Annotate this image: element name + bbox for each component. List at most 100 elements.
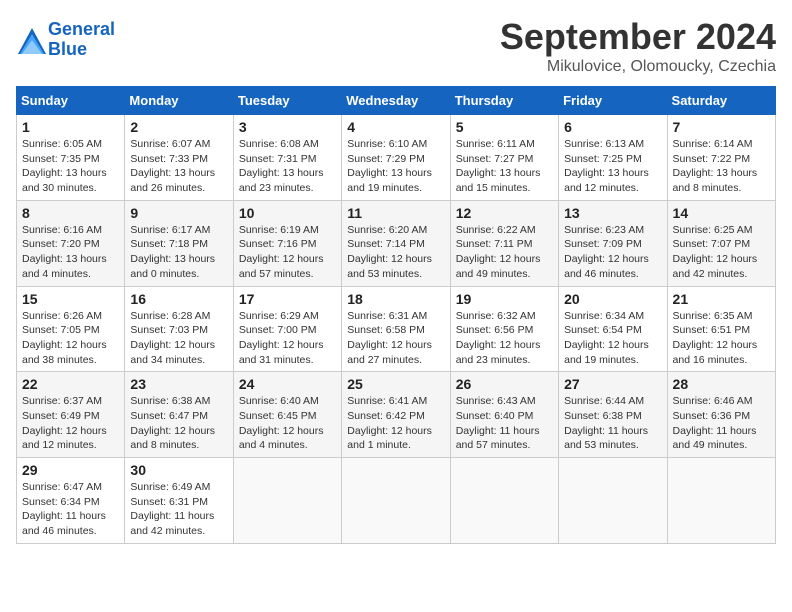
day-number: 21 [673, 291, 770, 307]
day-cell-25: 25 Sunrise: 6:41 AM Sunset: 6:42 PM Dayl… [342, 372, 450, 458]
day-cell-2: 2 Sunrise: 6:07 AM Sunset: 7:33 PM Dayli… [125, 115, 233, 201]
day-info: Sunrise: 6:43 AM Sunset: 6:40 PM Dayligh… [456, 394, 553, 453]
day-cell-4: 4 Sunrise: 6:10 AM Sunset: 7:29 PM Dayli… [342, 115, 450, 201]
day-info: Sunrise: 6:08 AM Sunset: 7:31 PM Dayligh… [239, 137, 336, 196]
day-info: Sunrise: 6:20 AM Sunset: 7:14 PM Dayligh… [347, 223, 444, 282]
day-number: 9 [130, 205, 227, 221]
day-cell-29: 29 Sunrise: 6:47 AM Sunset: 6:34 PM Dayl… [17, 458, 125, 544]
empty-cell [342, 458, 450, 544]
day-info: Sunrise: 6:25 AM Sunset: 7:07 PM Dayligh… [673, 223, 770, 282]
day-cell-20: 20 Sunrise: 6:34 AM Sunset: 6:54 PM Dayl… [559, 286, 667, 372]
day-number: 13 [564, 205, 661, 221]
day-info: Sunrise: 6:46 AM Sunset: 6:36 PM Dayligh… [673, 394, 770, 453]
day-cell-7: 7 Sunrise: 6:14 AM Sunset: 7:22 PM Dayli… [667, 115, 775, 201]
day-info: Sunrise: 6:31 AM Sunset: 6:58 PM Dayligh… [347, 309, 444, 368]
weekday-header-row: Sunday Monday Tuesday Wednesday Thursday… [17, 87, 776, 115]
header-thursday: Thursday [450, 87, 558, 115]
day-number: 26 [456, 376, 553, 392]
day-number: 18 [347, 291, 444, 307]
week-row-1: 1 Sunrise: 6:05 AM Sunset: 7:35 PM Dayli… [17, 115, 776, 201]
day-cell-16: 16 Sunrise: 6:28 AM Sunset: 7:03 PM Dayl… [125, 286, 233, 372]
day-number: 10 [239, 205, 336, 221]
day-cell-1: 1 Sunrise: 6:05 AM Sunset: 7:35 PM Dayli… [17, 115, 125, 201]
day-cell-17: 17 Sunrise: 6:29 AM Sunset: 7:00 PM Dayl… [233, 286, 341, 372]
day-cell-10: 10 Sunrise: 6:19 AM Sunset: 7:16 PM Dayl… [233, 200, 341, 286]
title-block: September 2024 Mikulovice, Olomoucky, Cz… [500, 16, 776, 76]
week-row-2: 8 Sunrise: 6:16 AM Sunset: 7:20 PM Dayli… [17, 200, 776, 286]
day-cell-11: 11 Sunrise: 6:20 AM Sunset: 7:14 PM Dayl… [342, 200, 450, 286]
day-number: 27 [564, 376, 661, 392]
day-cell-22: 22 Sunrise: 6:37 AM Sunset: 6:49 PM Dayl… [17, 372, 125, 458]
day-number: 6 [564, 119, 661, 135]
week-row-4: 22 Sunrise: 6:37 AM Sunset: 6:49 PM Dayl… [17, 372, 776, 458]
day-number: 25 [347, 376, 444, 392]
day-info: Sunrise: 6:28 AM Sunset: 7:03 PM Dayligh… [130, 309, 227, 368]
day-number: 14 [673, 205, 770, 221]
day-info: Sunrise: 6:14 AM Sunset: 7:22 PM Dayligh… [673, 137, 770, 196]
day-cell-15: 15 Sunrise: 6:26 AM Sunset: 7:05 PM Dayl… [17, 286, 125, 372]
day-cell-26: 26 Sunrise: 6:43 AM Sunset: 6:40 PM Dayl… [450, 372, 558, 458]
day-info: Sunrise: 6:41 AM Sunset: 6:42 PM Dayligh… [347, 394, 444, 453]
day-info: Sunrise: 6:17 AM Sunset: 7:18 PM Dayligh… [130, 223, 227, 282]
day-info: Sunrise: 6:23 AM Sunset: 7:09 PM Dayligh… [564, 223, 661, 282]
header-saturday: Saturday [667, 87, 775, 115]
day-number: 22 [22, 376, 119, 392]
empty-cell [667, 458, 775, 544]
day-number: 19 [456, 291, 553, 307]
day-number: 12 [456, 205, 553, 221]
day-info: Sunrise: 6:26 AM Sunset: 7:05 PM Dayligh… [22, 309, 119, 368]
day-number: 29 [22, 462, 119, 478]
logo-text: General Blue [48, 20, 115, 60]
day-number: 15 [22, 291, 119, 307]
week-row-5: 29 Sunrise: 6:47 AM Sunset: 6:34 PM Dayl… [17, 458, 776, 544]
day-info: Sunrise: 6:38 AM Sunset: 6:47 PM Dayligh… [130, 394, 227, 453]
week-row-3: 15 Sunrise: 6:26 AM Sunset: 7:05 PM Dayl… [17, 286, 776, 372]
day-number: 8 [22, 205, 119, 221]
day-cell-27: 27 Sunrise: 6:44 AM Sunset: 6:38 PM Dayl… [559, 372, 667, 458]
day-info: Sunrise: 6:40 AM Sunset: 6:45 PM Dayligh… [239, 394, 336, 453]
logo-icon [16, 26, 44, 54]
day-info: Sunrise: 6:44 AM Sunset: 6:38 PM Dayligh… [564, 394, 661, 453]
calendar-table: Sunday Monday Tuesday Wednesday Thursday… [16, 86, 776, 544]
day-cell-9: 9 Sunrise: 6:17 AM Sunset: 7:18 PM Dayli… [125, 200, 233, 286]
day-cell-21: 21 Sunrise: 6:35 AM Sunset: 6:51 PM Dayl… [667, 286, 775, 372]
day-cell-3: 3 Sunrise: 6:08 AM Sunset: 7:31 PM Dayli… [233, 115, 341, 201]
day-cell-19: 19 Sunrise: 6:32 AM Sunset: 6:56 PM Dayl… [450, 286, 558, 372]
day-cell-23: 23 Sunrise: 6:38 AM Sunset: 6:47 PM Dayl… [125, 372, 233, 458]
day-number: 1 [22, 119, 119, 135]
day-info: Sunrise: 6:07 AM Sunset: 7:33 PM Dayligh… [130, 137, 227, 196]
day-info: Sunrise: 6:13 AM Sunset: 7:25 PM Dayligh… [564, 137, 661, 196]
logo: General Blue [16, 20, 115, 60]
header-tuesday: Tuesday [233, 87, 341, 115]
day-info: Sunrise: 6:35 AM Sunset: 6:51 PM Dayligh… [673, 309, 770, 368]
day-info: Sunrise: 6:47 AM Sunset: 6:34 PM Dayligh… [22, 480, 119, 539]
day-cell-24: 24 Sunrise: 6:40 AM Sunset: 6:45 PM Dayl… [233, 372, 341, 458]
day-info: Sunrise: 6:22 AM Sunset: 7:11 PM Dayligh… [456, 223, 553, 282]
day-number: 2 [130, 119, 227, 135]
day-cell-13: 13 Sunrise: 6:23 AM Sunset: 7:09 PM Dayl… [559, 200, 667, 286]
day-number: 7 [673, 119, 770, 135]
day-number: 4 [347, 119, 444, 135]
day-cell-5: 5 Sunrise: 6:11 AM Sunset: 7:27 PM Dayli… [450, 115, 558, 201]
day-cell-6: 6 Sunrise: 6:13 AM Sunset: 7:25 PM Dayli… [559, 115, 667, 201]
header-sunday: Sunday [17, 87, 125, 115]
page-header: General Blue September 2024 Mikulovice, … [16, 16, 776, 76]
day-cell-18: 18 Sunrise: 6:31 AM Sunset: 6:58 PM Dayl… [342, 286, 450, 372]
day-number: 28 [673, 376, 770, 392]
header-wednesday: Wednesday [342, 87, 450, 115]
day-number: 30 [130, 462, 227, 478]
day-cell-12: 12 Sunrise: 6:22 AM Sunset: 7:11 PM Dayl… [450, 200, 558, 286]
day-cell-8: 8 Sunrise: 6:16 AM Sunset: 7:20 PM Dayli… [17, 200, 125, 286]
day-info: Sunrise: 6:05 AM Sunset: 7:35 PM Dayligh… [22, 137, 119, 196]
day-cell-28: 28 Sunrise: 6:46 AM Sunset: 6:36 PM Dayl… [667, 372, 775, 458]
location: Mikulovice, Olomoucky, Czechia [500, 58, 776, 76]
day-number: 24 [239, 376, 336, 392]
day-info: Sunrise: 6:16 AM Sunset: 7:20 PM Dayligh… [22, 223, 119, 282]
day-number: 23 [130, 376, 227, 392]
empty-cell [450, 458, 558, 544]
day-number: 17 [239, 291, 336, 307]
day-number: 11 [347, 205, 444, 221]
header-monday: Monday [125, 87, 233, 115]
day-info: Sunrise: 6:37 AM Sunset: 6:49 PM Dayligh… [22, 394, 119, 453]
day-number: 3 [239, 119, 336, 135]
